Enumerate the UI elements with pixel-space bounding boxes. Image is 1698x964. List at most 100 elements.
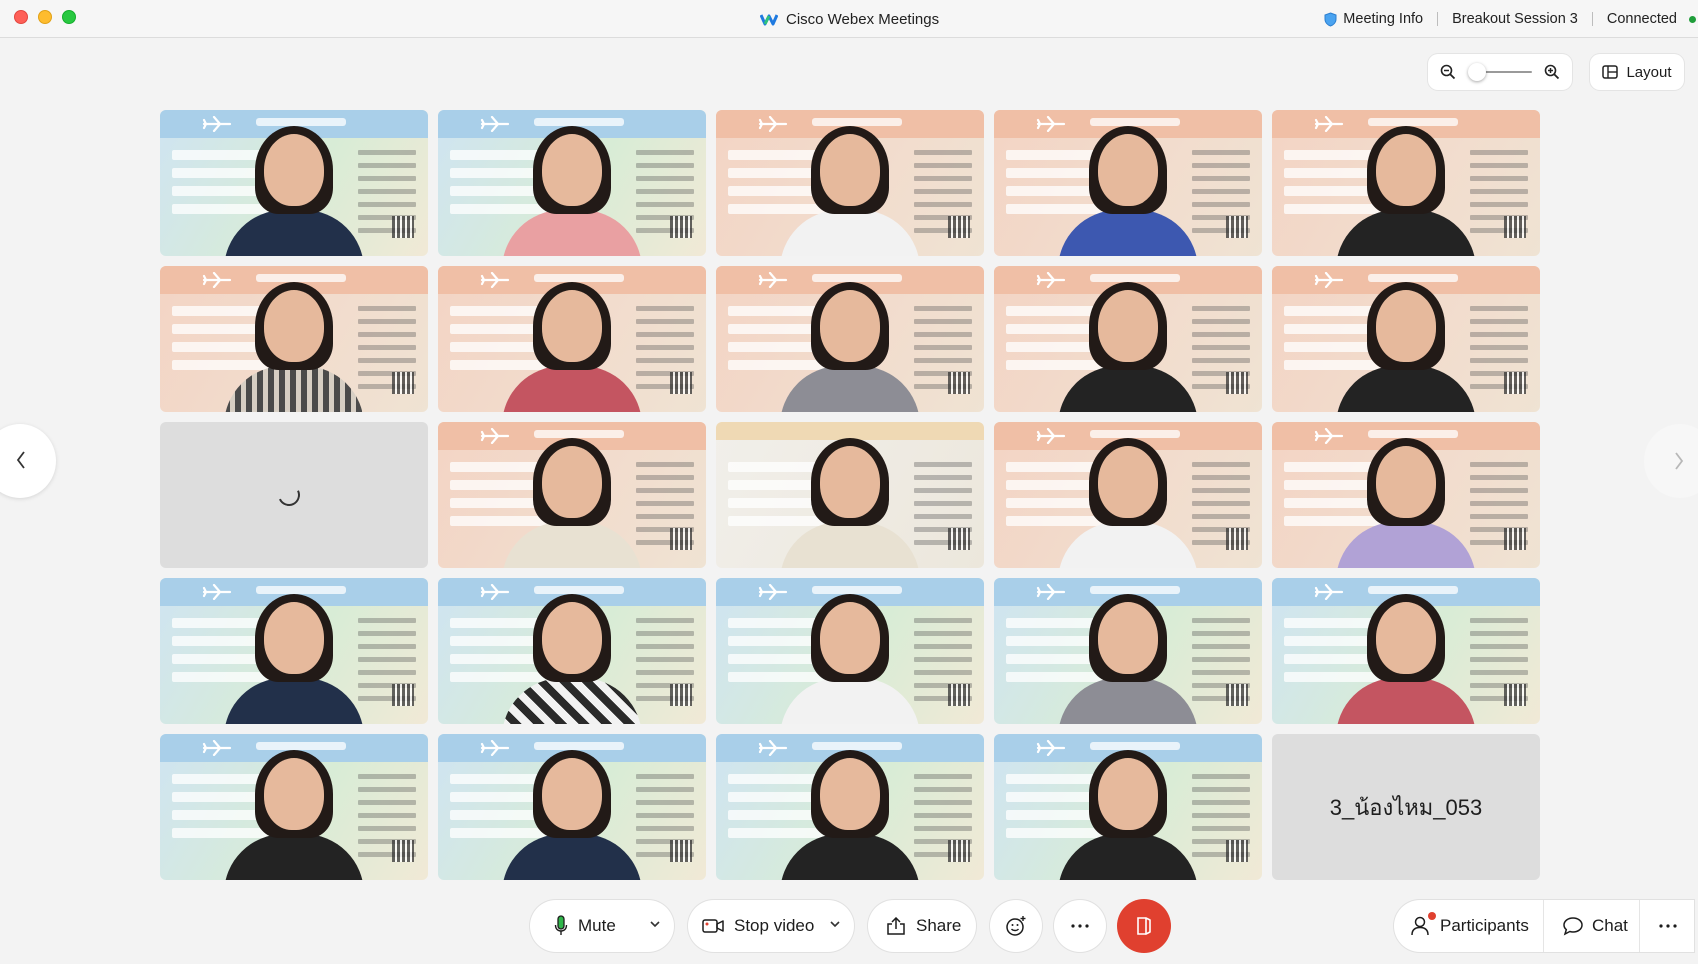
participant-video-feed — [775, 438, 925, 568]
participant-video-tile[interactable] — [1272, 422, 1540, 568]
participant-video-tile[interactable] — [1272, 578, 1540, 724]
divider — [1437, 12, 1439, 26]
chat-button[interactable]: Chat — [1544, 900, 1640, 952]
stop-video-button[interactable]: Stop video — [688, 900, 854, 952]
zoom-slider-handle[interactable] — [1468, 63, 1486, 81]
participant-video-feed — [497, 126, 647, 256]
mute-button[interactable]: Mute — [530, 900, 674, 952]
participant-video-tile[interactable] — [1272, 110, 1540, 256]
share-button[interactable]: Share — [868, 900, 976, 952]
participant-video-feed — [775, 126, 925, 256]
participant-video-tile[interactable] — [160, 734, 428, 880]
participant-video-feed — [497, 750, 647, 880]
participant-video-tile[interactable] — [160, 578, 428, 724]
participants-button[interactable]: Participants — [1394, 900, 1544, 952]
shield-icon — [1324, 11, 1337, 27]
zoom-control — [1428, 54, 1572, 90]
previous-page-button[interactable] — [0, 424, 56, 498]
meeting-info-label: Meeting Info — [1343, 11, 1424, 27]
zoom-out-icon[interactable] — [1440, 64, 1456, 80]
chat-label: Chat — [1592, 916, 1628, 935]
qr-code-icon — [1504, 216, 1526, 238]
chevron-down-icon[interactable] — [650, 921, 660, 928]
participant-video-tile[interactable] — [994, 578, 1262, 724]
mute-label: Mute — [578, 916, 616, 935]
participant-video-feed — [775, 594, 925, 724]
participant-video-tile[interactable] — [438, 734, 706, 880]
divider — [1591, 12, 1593, 26]
participant-video-feed — [497, 438, 647, 568]
share-icon — [887, 917, 905, 935]
participant-video-tile[interactable] — [994, 110, 1262, 256]
title-bar-info: Meeting Info Breakout Session 3 Connecte… — [1324, 9, 1698, 29]
webex-logo-icon — [760, 14, 778, 26]
connection-status: Connected — [1606, 11, 1677, 27]
participants-label: Participants — [1440, 916, 1529, 935]
participant-video-tile[interactable] — [160, 266, 428, 412]
participant-video-feed — [1053, 594, 1203, 724]
participant-video-feed — [219, 750, 369, 880]
reactions-button[interactable] — [990, 900, 1042, 952]
more-dots-icon — [1659, 924, 1677, 928]
participant-video-feed — [1331, 594, 1481, 724]
participant-name: 3_น้องไหม_053 — [1329, 794, 1483, 820]
right-control-group: Participants Chat — [1394, 900, 1694, 952]
qr-code-icon — [948, 372, 970, 394]
panel-more-button[interactable] — [1640, 900, 1694, 952]
participant-video-tile[interactable] — [716, 734, 984, 880]
qr-code-icon — [392, 840, 414, 862]
qr-code-icon — [392, 372, 414, 394]
participant-video-tile[interactable] — [716, 266, 984, 412]
participant-video-feed — [1331, 126, 1481, 256]
more-dots-icon — [1071, 924, 1089, 928]
chat-bubble-icon — [1563, 917, 1583, 936]
next-page-button[interactable] — [1644, 424, 1698, 498]
participant-video-tile[interactable] — [438, 266, 706, 412]
participant-video-feed — [1053, 438, 1203, 568]
participant-video-tile[interactable] — [438, 422, 706, 568]
loading-spinner-icon — [274, 480, 304, 510]
qr-code-icon — [392, 216, 414, 238]
chevron-left-icon — [16, 451, 25, 469]
participant-video-feed — [497, 282, 647, 412]
qr-code-icon — [670, 372, 692, 394]
participant-video-feed — [1053, 126, 1203, 256]
participant-video-tile[interactable] — [438, 578, 706, 724]
layout-button[interactable]: Layout — [1590, 54, 1684, 90]
participant-video-tile[interactable] — [716, 110, 984, 256]
participant-video-feed — [219, 282, 369, 412]
participant-video-feed — [219, 594, 369, 724]
qr-code-icon — [948, 528, 970, 550]
meeting-info-button[interactable]: Meeting Info — [1324, 11, 1423, 27]
participant-video-tile[interactable] — [160, 110, 428, 256]
zoom-in-icon[interactable] — [1544, 64, 1560, 80]
qr-code-icon — [670, 684, 692, 706]
title-bar: Cisco Webex Meetings Meeting Info Breako… — [0, 0, 1698, 38]
window-close-button[interactable] — [14, 10, 28, 24]
chevron-down-icon[interactable] — [830, 921, 840, 928]
app-title: Cisco Webex Meetings — [760, 9, 939, 29]
qr-code-icon — [1226, 372, 1248, 394]
layout-button-label: Layout — [1626, 63, 1672, 81]
participant-video-feed — [219, 126, 369, 256]
participant-video-feed — [1053, 282, 1203, 412]
participant-video-feed — [775, 282, 925, 412]
chevron-right-icon — [1675, 452, 1684, 470]
qr-code-icon — [948, 684, 970, 706]
participant-video-tile-loading[interactable] — [160, 422, 428, 568]
participants-notification-dot — [1428, 912, 1436, 920]
window-maximize-button[interactable] — [62, 10, 76, 24]
leave-meeting-button[interactable] — [1117, 899, 1171, 953]
participant-name-tile[interactable]: 3_น้องไหม_053 — [1272, 734, 1540, 880]
participant-video-tile[interactable] — [438, 110, 706, 256]
participant-video-tile[interactable] — [716, 422, 984, 568]
participant-video-tile[interactable] — [994, 734, 1262, 880]
window-minimize-button[interactable] — [38, 10, 52, 24]
participant-video-tile[interactable] — [994, 266, 1262, 412]
qr-code-icon — [670, 216, 692, 238]
participant-video-tile[interactable] — [716, 578, 984, 724]
more-options-button[interactable] — [1054, 900, 1106, 952]
qr-code-icon — [392, 684, 414, 706]
participant-video-tile[interactable] — [994, 422, 1262, 568]
participant-video-tile[interactable] — [1272, 266, 1540, 412]
